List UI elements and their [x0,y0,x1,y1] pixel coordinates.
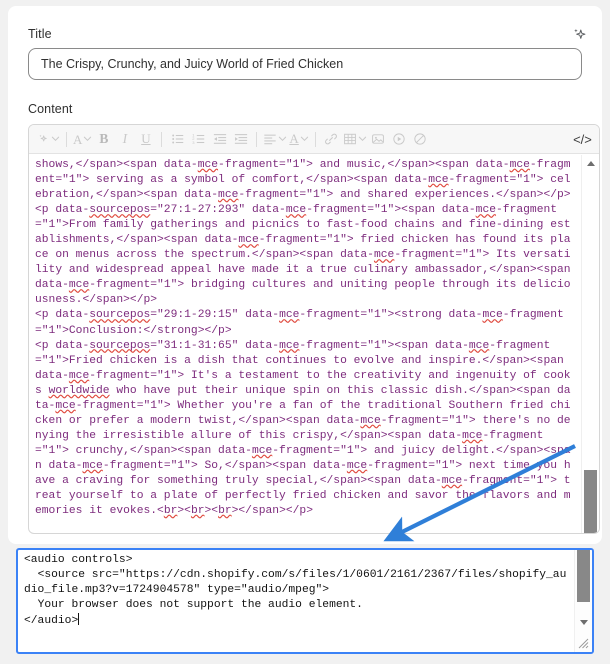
html-snippet-input-wrapper[interactable]: <audio controls> <source src="https://cd… [16,548,594,654]
numbered-list-button[interactable]: 1 2 3 [188,128,209,150]
insert-video-button[interactable] [389,128,410,150]
insert-table-button[interactable] [342,128,368,150]
underline-icon: U [141,131,151,146]
outdent-button[interactable] [209,128,230,150]
toolbar-separator [161,131,163,147]
editor-scrollbar[interactable] [581,155,599,533]
html-scrollbar-thumb[interactable] [577,550,590,602]
toolbar-separator [66,131,67,147]
bulleted-list-button[interactable] [167,128,188,150]
svg-text:3: 3 [192,140,195,145]
bold-button[interactable]: B [93,128,114,150]
editor-scrollbar-thumb[interactable] [584,470,597,533]
italic-button[interactable]: I [114,128,135,150]
text-color-icon: A [289,131,299,146]
resize-grip-icon[interactable] [576,636,590,650]
editor-code-area[interactable]: shows,</span><span data-mce-fragment="1"… [29,155,599,533]
editor-toolbar: A B I U 1 2 3 A </> [29,125,599,154]
indent-button[interactable] [230,128,251,150]
toolbar-separator [314,131,316,147]
chevron-down-icon [278,130,287,148]
font-style-button[interactable]: A [72,128,93,150]
code-view-label: </> [573,131,592,147]
insert-link-button[interactable] [321,128,342,150]
code-view-button[interactable]: </> [572,128,593,150]
scroll-up-arrow-icon[interactable] [582,155,599,171]
chevron-down-icon [300,130,309,148]
bold-icon: B [99,131,109,146]
editor-card: Title Content A [8,6,602,544]
chevron-down-icon [358,130,367,148]
text-color-button[interactable]: A [288,128,309,150]
html-snippet-input[interactable]: <audio controls> <source src="https://cd… [18,550,574,652]
underline-button[interactable]: U [135,128,156,150]
font-letter-icon: A [73,131,83,147]
editor-code-text[interactable]: shows,</span><span data-mce-fragment="1"… [29,155,581,533]
title-label: Title [28,27,52,41]
sparkle-icon[interactable] [568,24,590,46]
scroll-down-arrow-icon[interactable] [575,614,592,630]
italic-icon: I [122,131,128,146]
html-input-scrollbar[interactable] [574,550,592,652]
insert-image-button[interactable] [368,128,389,150]
content-editor[interactable]: A B I U 1 2 3 A </> shows,</span><span d… [28,124,600,534]
chevron-down-icon [83,130,92,148]
magic-format-button[interactable] [35,128,61,150]
align-button[interactable] [262,128,288,150]
clear-formatting-button[interactable] [410,128,431,150]
chevron-down-icon [51,130,60,148]
content-label: Content [28,102,73,116]
toolbar-separator [256,131,258,147]
title-input[interactable] [28,48,582,80]
